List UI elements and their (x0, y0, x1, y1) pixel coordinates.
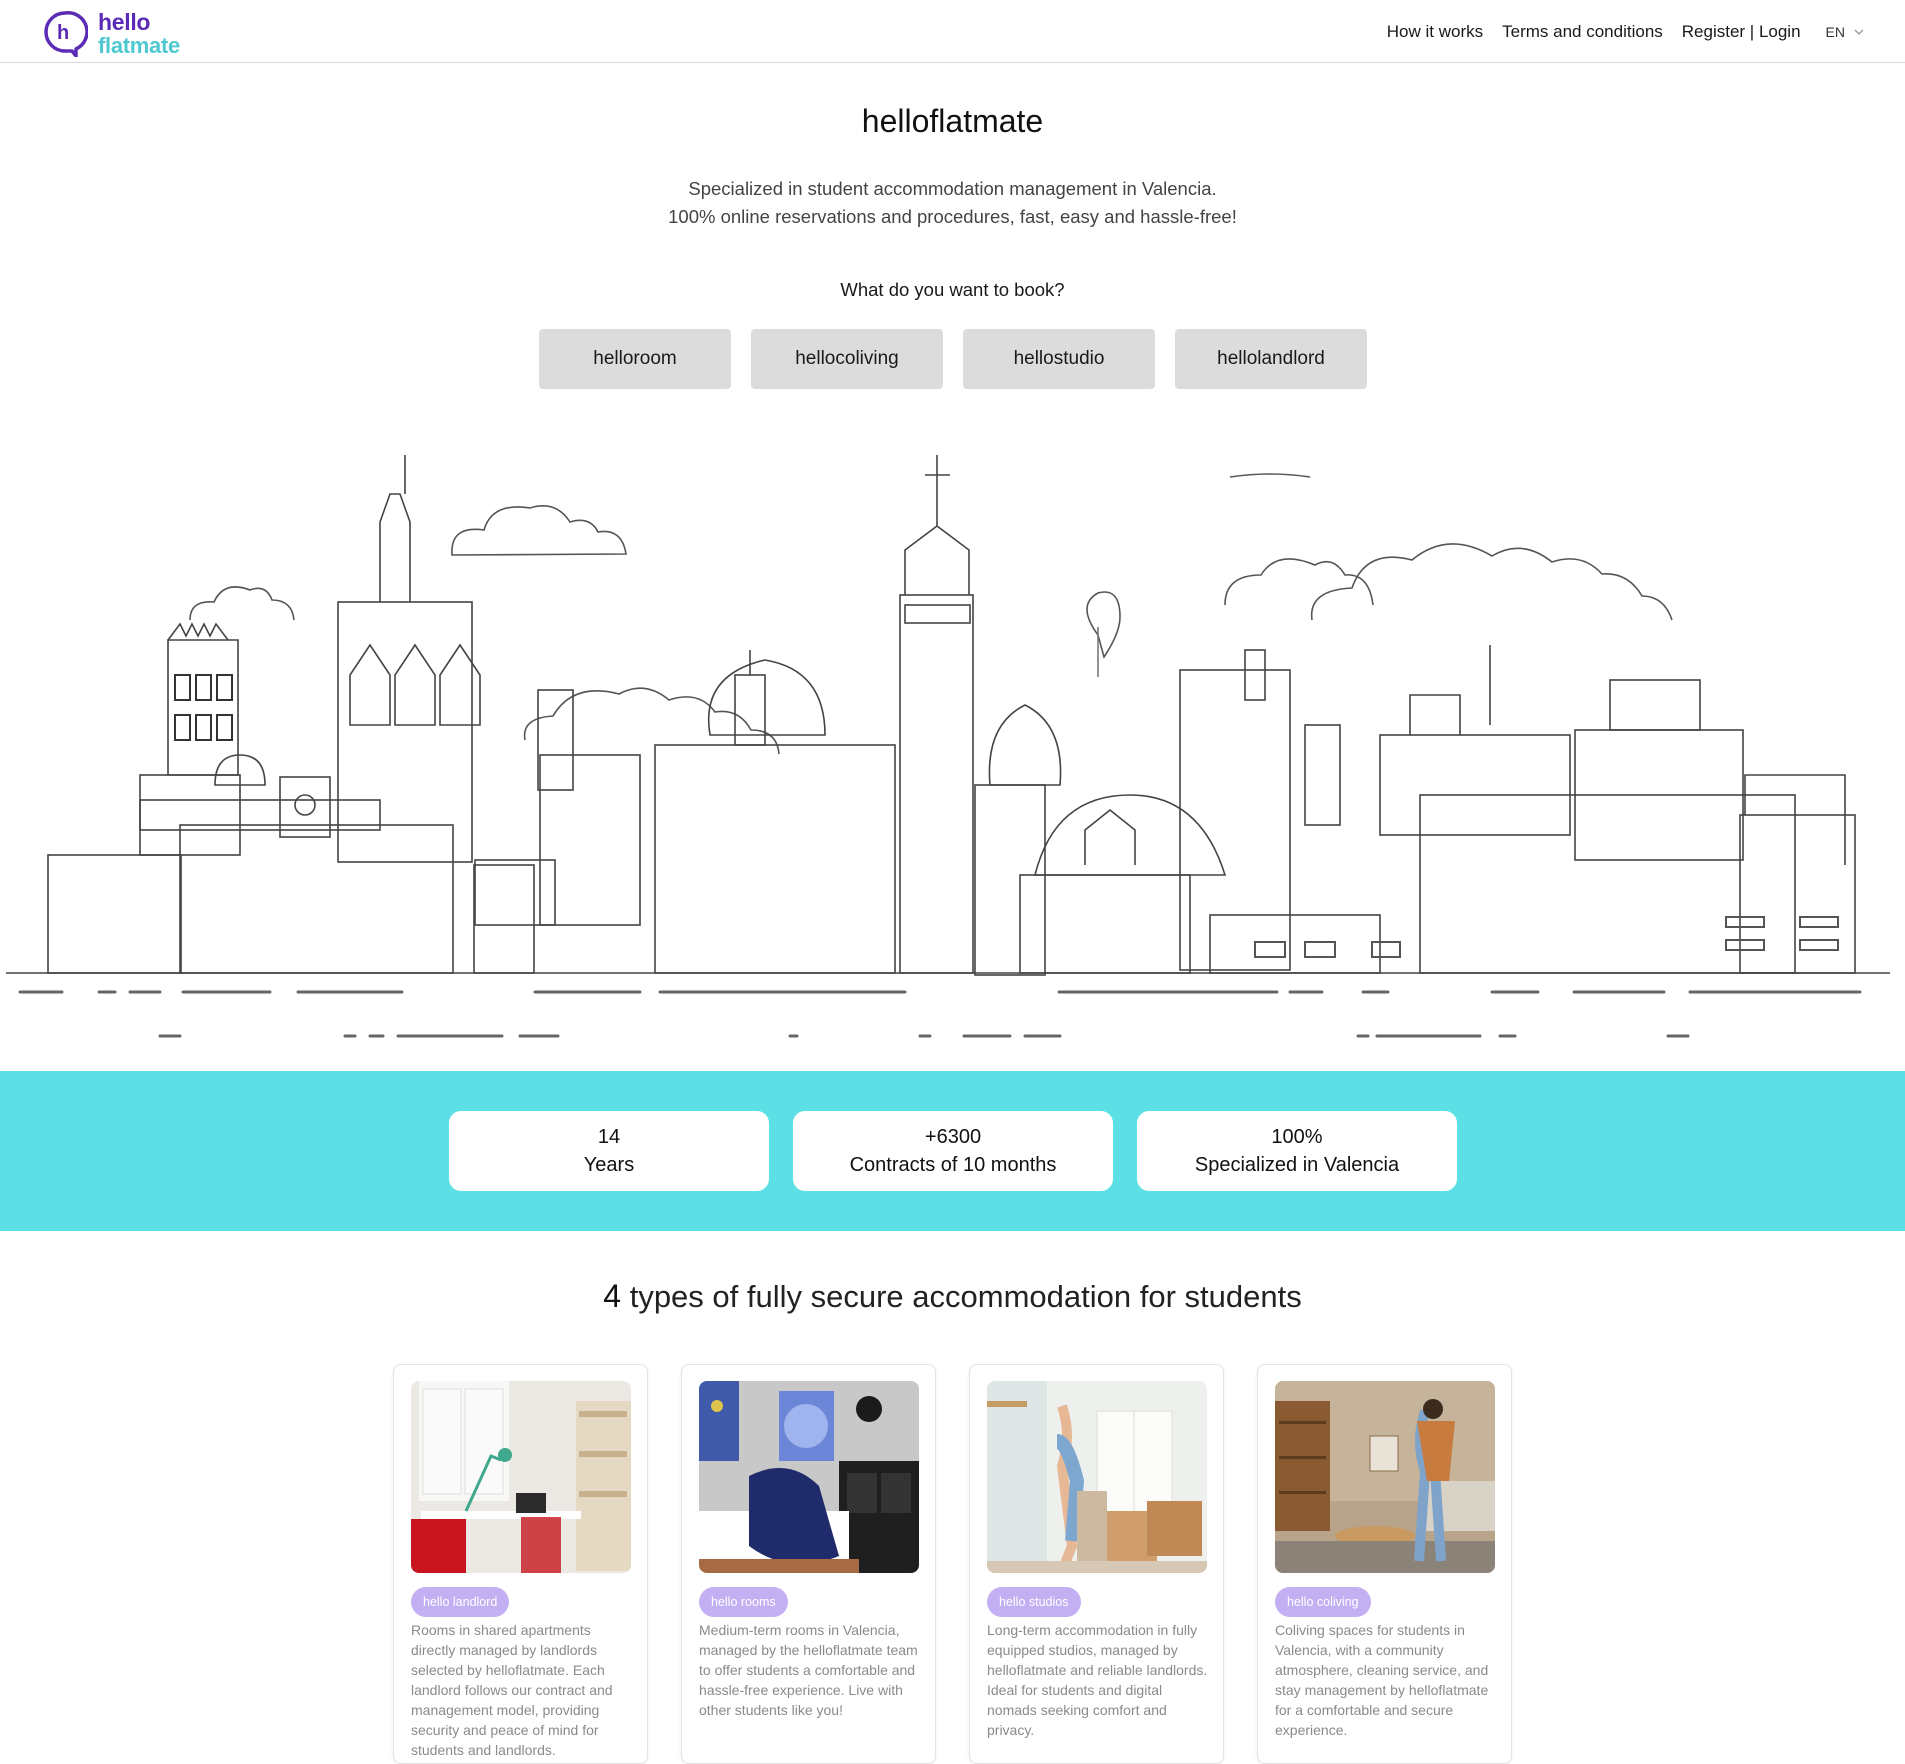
card-description: Long-term accommodation in fully equippe… (987, 1622, 1208, 1738)
logo-mark-icon: h (44, 11, 88, 57)
category-tag: hello landlord (411, 1587, 510, 1617)
stat-value: 100% (1271, 1126, 1323, 1148)
category-tag: hello coliving (1275, 1587, 1371, 1617)
stat-label: Years (583, 1154, 635, 1176)
types-title-text: types of fully secure accommodation for … (621, 1279, 1302, 1314)
language-selector[interactable]: EN (1826, 24, 1865, 40)
language-label: EN (1825, 23, 1845, 40)
stat-label: Specialized in Valencia (1194, 1154, 1400, 1176)
stat-value: +6300 (924, 1126, 982, 1148)
stat-card-specialized: 100% Specialized in Valencia (1137, 1111, 1457, 1191)
stats-band: 14 Years +6300 Contracts of 10 months 10… (0, 1071, 1905, 1231)
types-count: 4 (603, 1278, 622, 1314)
hellostudio-button[interactable]: hellostudio (963, 329, 1155, 389)
logo-text-flatmate: flatmate (98, 33, 180, 58)
site-header: h hello flatmate How it works Terms and … (0, 0, 1905, 63)
logo-text-hello: hello (98, 9, 151, 35)
booking-options: helloroom hellocoliving hellostudio hell… (539, 329, 1367, 389)
card-description: Medium-term rooms in Valencia, managed b… (699, 1622, 918, 1718)
valencia-skyline-illustration (6, 455, 1890, 1038)
rooms-bedroom-photo (699, 1381, 919, 1573)
stat-label: Contracts of 10 months (849, 1154, 1057, 1176)
card-hello-coliving[interactable]: hello coliving Coliving spaces for stude… (1257, 1364, 1512, 1764)
category-tag: hello rooms (699, 1587, 788, 1617)
helloroom-button[interactable]: helloroom (539, 329, 731, 389)
nav-register-login[interactable]: Register | Login (1682, 22, 1801, 42)
hero-subtitle-line2: 100% online reservations and procedures,… (668, 206, 1237, 227)
card-hello-landlord[interactable]: hello landlord Rooms in shared apartment… (393, 1364, 648, 1764)
card-hello-studios[interactable]: hello studios Long-term accommodation in… (969, 1364, 1224, 1764)
svg-text:h: h (57, 22, 69, 44)
stat-card-contracts: +6300 Contracts of 10 months (793, 1111, 1113, 1191)
nav-how-it-works[interactable]: How it works (1387, 22, 1483, 42)
nav-terms[interactable]: Terms and conditions (1502, 22, 1663, 42)
hellocoliving-button[interactable]: hellocoliving (751, 329, 943, 389)
page-title: helloflatmate (861, 103, 1044, 139)
coliving-livingroom-photo (1275, 1381, 1495, 1573)
stat-value: 14 (597, 1126, 621, 1148)
booking-question: What do you want to book? (840, 279, 1065, 300)
hero-subtitle: Specialized in student accommodation man… (0, 175, 1905, 231)
types-section-title: 4 types of fully secure accommodation fo… (0, 1278, 1905, 1315)
card-description: Coliving spaces for students in Valencia… (1275, 1622, 1489, 1738)
hero-subtitle-line1: Specialized in student accommodation man… (688, 178, 1217, 199)
main-nav: How it works Terms and conditions Regist… (1387, 0, 1865, 63)
card-description: Rooms in shared apartments directly mana… (411, 1622, 613, 1758)
stat-card-years: 14 Years (449, 1111, 769, 1191)
hellolandlord-button[interactable]: hellolandlord (1175, 329, 1367, 389)
studios-moving-photo (987, 1381, 1207, 1573)
category-tag: hello studios (987, 1587, 1081, 1617)
landlord-room-photo (411, 1381, 631, 1573)
card-hello-rooms[interactable]: hello rooms Medium-term rooms in Valenci… (681, 1364, 936, 1764)
logo[interactable]: h hello flatmate (42, 9, 202, 58)
chevron-down-icon (1854, 29, 1864, 35)
